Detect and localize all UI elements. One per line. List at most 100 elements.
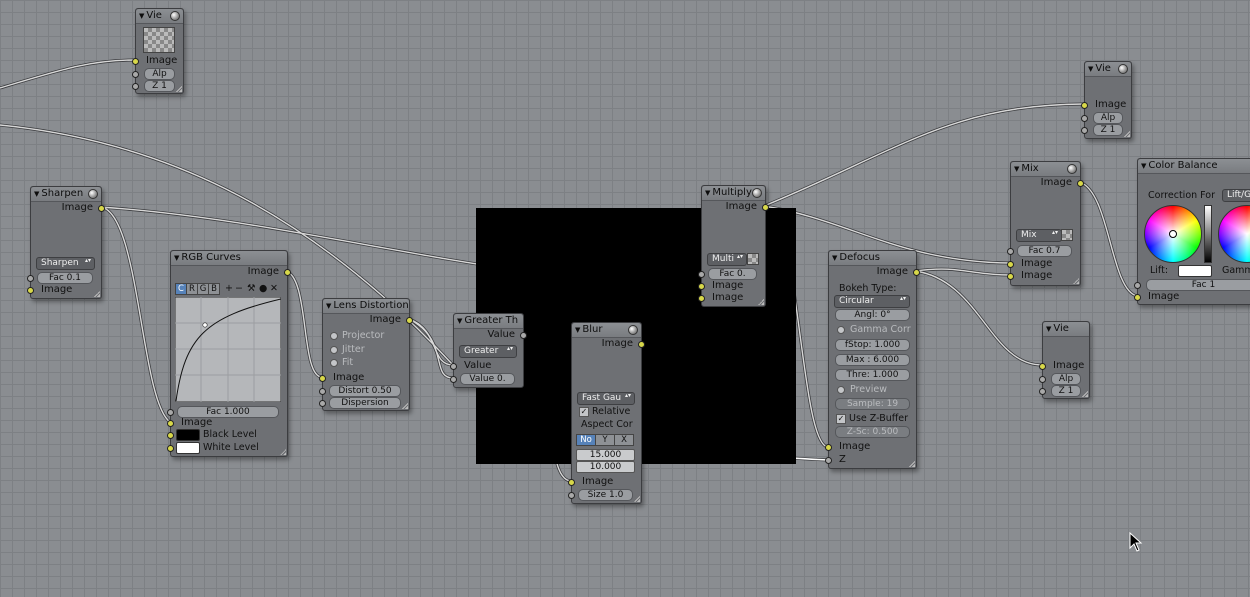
distort-field[interactable]: Distort 0.50 bbox=[329, 385, 401, 397]
zoom-out-icon[interactable]: − bbox=[235, 283, 243, 294]
node-header[interactable]: ▼ Lens Distortion bbox=[323, 299, 409, 314]
aspect-y-toggle[interactable]: Y bbox=[595, 434, 615, 446]
input-socket[interactable] bbox=[1039, 388, 1046, 395]
resize-handle-icon[interactable] bbox=[402, 403, 408, 409]
collapse-triangle-icon[interactable]: ▼ bbox=[1088, 65, 1093, 73]
projector-radio[interactable] bbox=[330, 332, 338, 340]
output-socket[interactable] bbox=[1077, 180, 1084, 187]
reset-curve-icon[interactable]: ✕ bbox=[270, 283, 278, 294]
tools-icon[interactable]: ⚒ bbox=[247, 283, 256, 294]
input-socket[interactable] bbox=[167, 445, 174, 452]
input-socket[interactable] bbox=[1039, 376, 1046, 383]
collapse-triangle-icon[interactable]: ▼ bbox=[457, 317, 462, 325]
fstop-field[interactable]: fStop: 1.000 bbox=[835, 339, 910, 351]
input-socket[interactable] bbox=[1081, 115, 1088, 122]
input-socket[interactable] bbox=[132, 83, 139, 90]
output-socket[interactable] bbox=[98, 205, 105, 212]
alpha-field[interactable]: Alp bbox=[144, 68, 175, 80]
fac-field[interactable]: Fac 0. bbox=[708, 268, 757, 280]
input-socket[interactable] bbox=[698, 295, 705, 302]
fac-field[interactable]: Fac 0.1 bbox=[37, 272, 93, 284]
input-socket[interactable] bbox=[698, 283, 705, 290]
resize-handle-icon[interactable] bbox=[909, 461, 915, 467]
max-blur-field[interactable]: Max : 6.000 bbox=[835, 354, 910, 366]
clipping-icon[interactable]: ● bbox=[259, 283, 267, 294]
lift-value-slider[interactable] bbox=[1204, 205, 1212, 263]
z-scale-field[interactable]: Z-Sc: 0.500 bbox=[835, 426, 910, 438]
preview-sphere-icon[interactable] bbox=[1067, 164, 1077, 174]
defocus-node[interactable]: ▼Defocus Image Bokeh Type: Circular Angl… bbox=[825, 250, 920, 469]
relative-checkbox[interactable]: ✓ bbox=[579, 407, 589, 417]
use-zbuffer-checkbox[interactable]: ✓ bbox=[836, 414, 846, 424]
alpha-toggle-icon[interactable] bbox=[1061, 229, 1073, 241]
input-socket[interactable] bbox=[319, 388, 326, 395]
black-level-swatch[interactable] bbox=[176, 429, 200, 441]
value-field[interactable]: Value 0. bbox=[460, 373, 515, 385]
collapse-triangle-icon[interactable]: ▼ bbox=[1141, 162, 1146, 170]
resize-handle-icon[interactable] bbox=[280, 449, 286, 455]
preview-sphere-icon[interactable] bbox=[1118, 64, 1128, 74]
input-socket[interactable] bbox=[167, 420, 174, 427]
resize-handle-icon[interactable] bbox=[94, 291, 100, 297]
samples-field[interactable]: Sample: 19 bbox=[835, 398, 910, 410]
sharpen-node[interactable]: ▼Sharpen Image Sharpen Fac 0.1 Image bbox=[27, 186, 105, 299]
input-socket[interactable] bbox=[1081, 127, 1088, 134]
input-socket[interactable] bbox=[167, 409, 174, 416]
input-socket[interactable] bbox=[319, 375, 326, 382]
lift-color-swatch[interactable] bbox=[1178, 265, 1212, 277]
input-socket[interactable] bbox=[1081, 102, 1088, 109]
input-socket[interactable] bbox=[1007, 261, 1014, 268]
lens-distortion-node[interactable]: ▼ Lens Distortion Image Projector Jitter … bbox=[319, 298, 413, 411]
viewer-node-top[interactable]: ▼ Vie Image Alp Z 1 bbox=[132, 8, 184, 94]
node-header[interactable]: ▼ Greater Th bbox=[454, 314, 523, 329]
input-socket[interactable] bbox=[568, 479, 575, 486]
collapse-triangle-icon[interactable]: ▼ bbox=[832, 254, 837, 262]
input-socket[interactable] bbox=[568, 492, 575, 499]
fac-field[interactable]: Fac 0.7 bbox=[1017, 245, 1072, 257]
input-socket[interactable] bbox=[1134, 294, 1141, 301]
viewer-node-right-bottom[interactable]: ▼ Vie Image Alp Z 1 bbox=[1039, 321, 1090, 399]
input-socket[interactable] bbox=[450, 363, 457, 370]
input-socket[interactable] bbox=[27, 287, 34, 294]
size-field[interactable]: Size 1.0 bbox=[578, 489, 633, 501]
output-socket[interactable] bbox=[638, 341, 645, 348]
filter-type-dropdown[interactable]: Fast Gau bbox=[577, 392, 635, 405]
angle-field[interactable]: Angl: 0° bbox=[835, 309, 910, 321]
input-socket[interactable] bbox=[167, 432, 174, 439]
blend-mode-dropdown[interactable]: Mix bbox=[1016, 229, 1062, 242]
resize-handle-icon[interactable] bbox=[176, 86, 182, 92]
collapse-triangle-icon[interactable]: ▼ bbox=[575, 326, 580, 334]
blend-mode-dropdown[interactable]: Multi bbox=[707, 253, 747, 266]
alpha-field[interactable]: Alp bbox=[1051, 373, 1081, 385]
fit-radio[interactable] bbox=[330, 359, 338, 367]
collapse-triangle-icon[interactable]: ▼ bbox=[34, 190, 39, 198]
lift-wheel-cursor[interactable] bbox=[1169, 230, 1177, 238]
operation-dropdown[interactable]: Greater bbox=[459, 345, 517, 358]
preview-radio[interactable] bbox=[837, 386, 845, 394]
aspect-no-toggle[interactable]: No bbox=[576, 434, 596, 446]
output-socket[interactable] bbox=[913, 269, 920, 276]
filter-type-dropdown[interactable]: Sharpen bbox=[36, 257, 95, 270]
gamma-correct-radio[interactable] bbox=[837, 326, 845, 334]
white-level-swatch[interactable] bbox=[176, 442, 200, 454]
collapse-triangle-icon[interactable]: ▼ bbox=[326, 302, 331, 310]
multiply-node[interactable]: ▼Multiply Image Multi Fac 0. Image Image bbox=[698, 185, 769, 307]
jitter-radio[interactable] bbox=[330, 346, 338, 354]
node-header[interactable]: ▼ Vie bbox=[1043, 322, 1089, 337]
collapse-triangle-icon[interactable]: ▼ bbox=[1046, 325, 1051, 333]
input-socket[interactable] bbox=[825, 444, 832, 451]
input-socket[interactable] bbox=[450, 376, 457, 383]
collapse-triangle-icon[interactable]: ▼ bbox=[1014, 165, 1019, 173]
resize-handle-icon[interactable] bbox=[1082, 391, 1088, 397]
input-socket[interactable] bbox=[132, 71, 139, 78]
node-header[interactable]: ▼ Defocus bbox=[829, 251, 916, 266]
curve-editor[interactable] bbox=[175, 297, 281, 402]
channel-b-toggle[interactable]: B bbox=[208, 283, 220, 295]
input-socket[interactable] bbox=[27, 275, 34, 282]
resize-handle-icon[interactable] bbox=[1124, 131, 1130, 137]
output-socket[interactable] bbox=[406, 317, 413, 324]
alpha-toggle-icon[interactable] bbox=[747, 253, 759, 265]
collapse-triangle-icon[interactable]: ▼ bbox=[705, 189, 710, 197]
z-field[interactable]: Z 1 bbox=[1051, 385, 1081, 397]
fac-field[interactable]: Fac 1 bbox=[1146, 279, 1250, 291]
